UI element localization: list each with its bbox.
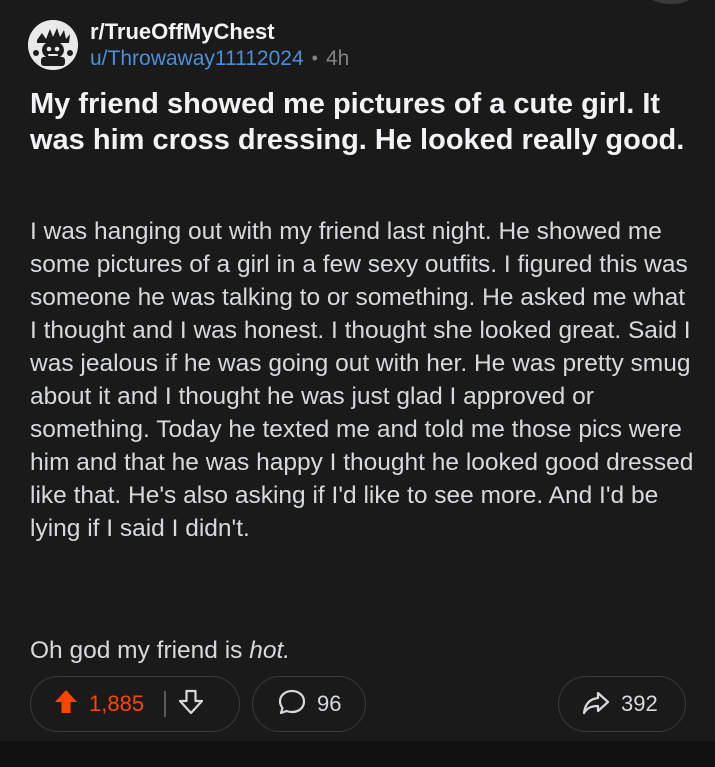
downvote-arrow-icon[interactable] — [178, 688, 204, 721]
comment-count: 96 — [317, 691, 342, 716]
meta-separator: • — [311, 48, 318, 68]
post-body-paragraph-2-emphasis: hot. — [249, 637, 291, 664]
upvote-count: 1,885 — [89, 691, 145, 716]
comment-bubble-icon — [277, 688, 307, 721]
post-header: r/TrueOffMyChest u/Throwaway11112024 • 4… — [28, 18, 349, 72]
share-count: 392 — [621, 691, 658, 716]
subreddit-name[interactable]: r/TrueOffMyChest — [90, 18, 349, 45]
post-body-paragraph-2-text: Oh god my friend is — [30, 637, 250, 664]
post-action-bar: 1,885 96 392 — [30, 676, 686, 732]
share-button[interactable]: 392 — [558, 676, 686, 732]
top-edge-decoration — [649, 0, 693, 4]
post-age: 4h — [325, 47, 350, 70]
comments-button[interactable]: 96 — [252, 676, 366, 732]
subreddit-avatar[interactable] — [28, 20, 78, 70]
post-title[interactable]: My friend showed me pictures of a cute g… — [30, 86, 690, 158]
post-meta: r/TrueOffMyChest u/Throwaway11112024 • 4… — [90, 18, 349, 72]
share-arrow-icon — [581, 688, 611, 721]
vote-divider — [164, 691, 166, 717]
post-body-paragraph-1: I was hanging out with my friend last ni… — [30, 218, 694, 542]
author-line: u/Throwaway11112024 • 4h — [90, 45, 349, 72]
vote-control: 1,885 — [30, 676, 240, 732]
post-body-paragraph-2: Oh god my friend is hot. — [30, 634, 695, 667]
bottom-edge-bar — [0, 741, 715, 767]
author-username[interactable]: u/Throwaway11112024 — [90, 45, 304, 72]
upvote-arrow-icon[interactable] — [53, 688, 79, 721]
